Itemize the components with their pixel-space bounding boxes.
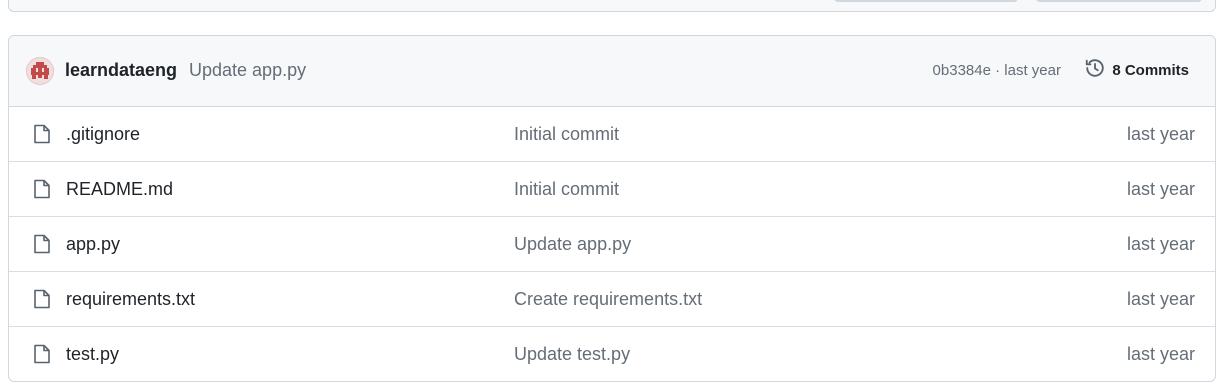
latest-commit-message[interactable]: Update app.py xyxy=(189,60,306,81)
history-icon xyxy=(1084,57,1106,83)
table-row[interactable]: README.md Initial commit last year xyxy=(9,162,1215,217)
meta-separator: · xyxy=(995,62,1001,79)
file-commit-age: last year xyxy=(1126,289,1195,309)
file-name-link[interactable]: README.md xyxy=(66,179,173,200)
commits-count: 8 Commits xyxy=(1112,61,1189,79)
author-avatar[interactable] xyxy=(26,57,54,85)
commit-author[interactable]: learndataeng xyxy=(65,60,177,81)
file-commit-age: last year xyxy=(1126,234,1195,254)
commit-meta: 0b3384e · last year xyxy=(933,62,1061,79)
file-name-link[interactable]: .gitignore xyxy=(66,124,140,145)
file-name-link[interactable]: app.py xyxy=(66,234,120,255)
table-row[interactable]: requirements.txt Create requirements.txt l… xyxy=(9,272,1215,327)
top-button-right[interactable] xyxy=(1036,0,1202,2)
file-commit-message[interactable]: Initial commit xyxy=(514,124,619,145)
file-name-link[interactable]: test.py xyxy=(66,344,119,365)
commit-hash[interactable]: 0b3384e xyxy=(933,62,991,79)
file-commit-age: last year xyxy=(1126,124,1195,144)
file-icon xyxy=(33,124,51,144)
file-commit-message[interactable]: Create requirements.txt xyxy=(514,289,702,310)
file-commit-message[interactable]: Update test.py xyxy=(514,344,630,365)
file-icon xyxy=(33,179,51,199)
table-row[interactable]: test.py Update test.py last year xyxy=(9,327,1215,381)
file-icon xyxy=(33,289,51,309)
file-rows: .gitignore Initial commit last year README.… xyxy=(9,107,1215,381)
commits-history-link[interactable]: 8 Commits xyxy=(1084,58,1189,82)
file-icon xyxy=(33,344,51,364)
file-commit-age: last year xyxy=(1126,344,1195,364)
file-icon xyxy=(33,234,51,254)
latest-commit-bar: learndataeng Update app.py 0b3384e · las… xyxy=(9,36,1215,107)
file-commit-message[interactable]: Update app.py xyxy=(514,234,631,255)
file-listing: learndataeng Update app.py 0b3384e · las… xyxy=(8,35,1216,382)
previous-panel xyxy=(8,0,1216,12)
table-row[interactable]: .gitignore Initial commit last year xyxy=(9,107,1215,162)
commit-age: last year xyxy=(1004,62,1061,79)
file-name-link[interactable]: requirements.txt xyxy=(66,289,195,310)
file-commit-message[interactable]: Initial commit xyxy=(514,179,619,200)
file-commit-age: last year xyxy=(1126,179,1195,199)
table-row[interactable]: app.py Update app.py last year xyxy=(9,217,1215,272)
top-button-left[interactable] xyxy=(834,0,1018,2)
